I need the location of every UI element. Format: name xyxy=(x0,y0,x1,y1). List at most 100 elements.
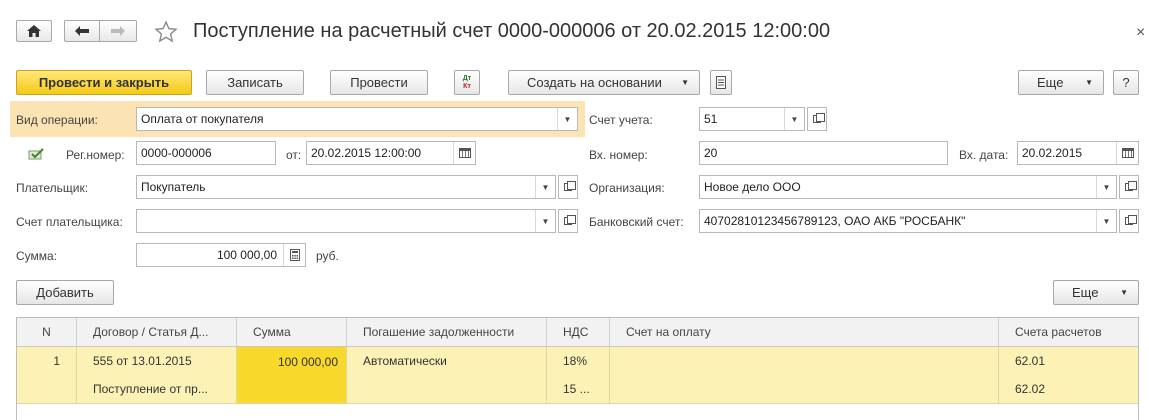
kt-label: Кт xyxy=(463,82,471,90)
chevron-down-icon: ▼ xyxy=(1120,288,1128,297)
currency-label: руб. xyxy=(316,249,339,263)
col-header-n[interactable]: N xyxy=(17,318,77,347)
document-icon xyxy=(716,76,726,89)
payments-table: N Договор / Статья Д... Сумма Погашение … xyxy=(16,317,1139,420)
post-button[interactable]: Провести xyxy=(330,70,428,95)
col-header-invoice[interactable]: Счет на оплату xyxy=(610,318,999,347)
home-icon xyxy=(27,25,41,37)
open-icon xyxy=(1125,215,1137,225)
home-button[interactable] xyxy=(16,20,52,42)
chevron-down-icon[interactable]: ▼ xyxy=(1096,210,1116,232)
account-open-button[interactable] xyxy=(807,107,827,131)
more-label: Еще xyxy=(1037,75,1064,90)
row-divider xyxy=(17,403,1138,404)
col-header-sum[interactable]: Сумма xyxy=(237,318,347,347)
posted-check-icon xyxy=(28,148,44,163)
op-type-select[interactable]: Оплата от покупателя ▼ xyxy=(136,107,578,131)
create-based-on-label: Создать на основании xyxy=(527,75,662,90)
open-icon xyxy=(564,215,576,225)
payer-value: Покупатель xyxy=(141,180,206,194)
in-date-value: 20.02.2015 xyxy=(1022,146,1083,160)
calculator-icon xyxy=(289,249,300,261)
sum-label: Сумма: xyxy=(16,249,58,263)
bank-account-field[interactable]: 40702810123456789123, ОАО АКБ "РОСБАНК" … xyxy=(699,209,1117,233)
payer-account-open-button[interactable] xyxy=(558,209,578,233)
page-title: Поступление на расчетный счет 0000-00000… xyxy=(193,20,831,42)
table-cell-debt-2[interactable] xyxy=(347,375,547,403)
report-button[interactable] xyxy=(710,70,732,95)
calculator-button[interactable] xyxy=(283,244,305,266)
calendar-icon xyxy=(458,148,471,158)
open-icon xyxy=(1125,181,1137,191)
chevron-down-icon[interactable]: ▼ xyxy=(784,108,804,130)
chevron-down-icon: ▼ xyxy=(1085,78,1093,87)
arrow-right-icon xyxy=(111,26,125,36)
account-label: Счет учета: xyxy=(589,113,653,127)
dt-kt-button[interactable]: Дт Кт xyxy=(454,70,480,95)
sum-field[interactable]: 100 000,00 xyxy=(136,243,306,267)
table-more-button[interactable]: Еще ▼ xyxy=(1053,280,1139,305)
table-cell-accounts-2[interactable]: 62.02 xyxy=(999,375,1138,403)
chevron-down-icon: ▼ xyxy=(681,78,689,87)
col-header-contract[interactable]: Договор / Статья Д... xyxy=(77,318,237,347)
payer-account-field[interactable]: ▼ xyxy=(136,209,556,233)
table-cell-n[interactable]: 1 xyxy=(17,347,77,375)
account-value: 51 xyxy=(704,112,718,126)
open-icon xyxy=(813,113,825,123)
chevron-down-icon[interactable]: ▼ xyxy=(557,108,577,130)
create-based-on-button[interactable]: Создать на основании ▼ xyxy=(508,70,700,95)
reg-number-value: 0000-000006 xyxy=(141,146,212,160)
bank-account-open-button[interactable] xyxy=(1119,209,1139,233)
dt-label: Дт xyxy=(462,74,472,82)
op-type-label: Вид операции: xyxy=(16,113,98,127)
in-number-value: 20 xyxy=(704,146,718,160)
calendar-button[interactable] xyxy=(453,142,475,164)
payer-label: Плательщик: xyxy=(16,181,89,195)
table-cell-debt[interactable]: Автоматически xyxy=(347,347,547,375)
table-cell-vat[interactable]: 18% xyxy=(547,347,610,375)
payer-open-button[interactable] xyxy=(558,175,578,199)
reg-number-field[interactable]: 0000-000006 xyxy=(136,141,276,165)
doc-date-field[interactable]: 20.02.2015 12:00:00 xyxy=(306,141,476,165)
in-date-field[interactable]: 20.02.2015 xyxy=(1017,141,1139,165)
in-num-label: Вх. номер: xyxy=(589,148,648,162)
from-label: от: xyxy=(286,148,302,162)
add-row-button[interactable]: Добавить xyxy=(16,280,114,305)
favorite-star-icon[interactable] xyxy=(154,20,178,44)
org-field[interactable]: Новое дело ООО ▼ xyxy=(699,175,1117,199)
account-field[interactable]: 51 ▼ xyxy=(699,107,805,131)
forward-button[interactable] xyxy=(99,20,137,42)
back-button[interactable] xyxy=(64,20,99,42)
chevron-down-icon[interactable]: ▼ xyxy=(1096,176,1116,198)
calendar-icon xyxy=(1121,148,1134,158)
table-cell-invoice[interactable] xyxy=(610,347,999,403)
table-cell-contract[interactable]: 555 от 13.01.2015 xyxy=(77,347,237,375)
chevron-down-icon[interactable]: ▼ xyxy=(535,176,555,198)
chevron-down-icon[interactable]: ▼ xyxy=(535,210,555,232)
bank-account-label: Банковский счет: xyxy=(589,215,684,229)
table-cell-sum[interactable]: 100 000,00 xyxy=(237,347,347,403)
org-label: Организация: xyxy=(589,181,665,195)
col-header-accounts[interactable]: Счета расчетов xyxy=(999,318,1138,347)
more-button[interactable]: Еще ▼ xyxy=(1018,70,1104,95)
help-button[interactable]: ? xyxy=(1113,70,1139,95)
calendar-button[interactable] xyxy=(1116,142,1138,164)
post-and-close-button[interactable]: Провести и закрыть xyxy=(16,70,192,95)
table-more-label: Еще xyxy=(1072,285,1099,300)
op-type-value: Оплата от покупателя xyxy=(141,112,264,126)
table-cell-cashflow-item[interactable]: Поступление от пр... xyxy=(77,375,237,403)
in-number-field[interactable]: 20 xyxy=(699,141,948,165)
org-open-button[interactable] xyxy=(1119,175,1139,199)
reg-label: Рег.номер: xyxy=(66,148,125,162)
payer-field[interactable]: Покупатель ▼ xyxy=(136,175,556,199)
sum-value: 100 000,00 xyxy=(216,248,277,262)
save-button[interactable]: Записать xyxy=(206,70,304,95)
col-header-vat[interactable]: НДС xyxy=(547,318,610,347)
table-cell-accounts[interactable]: 62.01 xyxy=(999,347,1138,375)
doc-date-value: 20.02.2015 12:00:00 xyxy=(311,146,422,160)
table-cell-vat-sum[interactable]: 15 ... xyxy=(547,375,610,403)
close-icon[interactable]: × xyxy=(1136,24,1145,42)
table-cell-n-2[interactable] xyxy=(17,375,77,403)
bank-account-value: 40702810123456789123, ОАО АКБ "РОСБАНК" xyxy=(704,214,966,228)
col-header-debt[interactable]: Погашение задолженности xyxy=(347,318,547,347)
